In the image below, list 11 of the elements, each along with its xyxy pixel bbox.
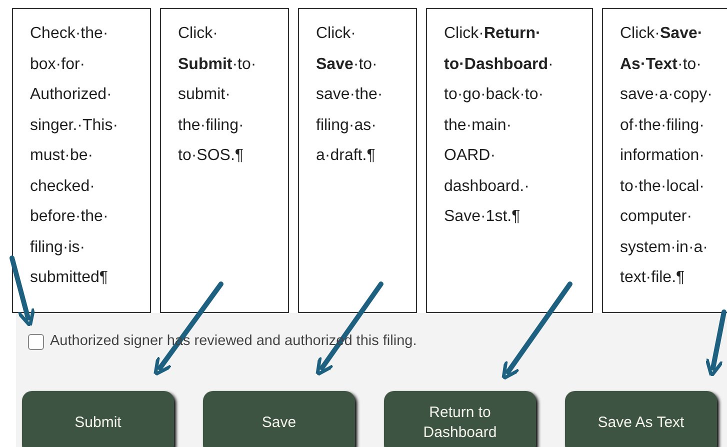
action-button[interactable]: Return to Dashboard [384, 390, 536, 447]
checkbox[interactable] [28, 334, 44, 350]
callout-text: Click· Save·to· save·the· filing·as· a·draft.¶ [316, 24, 383, 166]
action-button[interactable]: Save As Text [565, 390, 717, 447]
arrow [704, 310, 726, 378]
callout-text: Click· Submit·to· submit· the·filing· to·SOS.¶ [178, 24, 256, 166]
callout-text: Click·Save· As·Text·to· save·a·copy· of·the·filing· information· to·the·local· computer· system·in·a· text·file.¶ [620, 24, 712, 288]
callout-text: Check·the· box·for· Authorized· singer.·This· must·be· checked· before·the· filing·is· submitted¶ [30, 24, 118, 288]
action-button[interactable]: Submit [22, 390, 174, 447]
callout-text: Click·Return· to·Dashboard· to·go·back·to· the·main· OARD· dashboard.· Save·1st.¶ [444, 24, 554, 227]
action-button[interactable]: Save [203, 390, 355, 447]
